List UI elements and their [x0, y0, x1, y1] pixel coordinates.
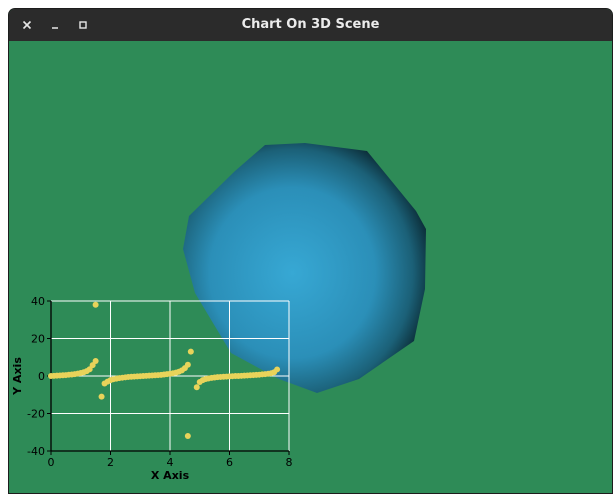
y-tick-label: 40 — [31, 296, 45, 308]
data-point[interactable] — [184, 361, 191, 368]
y-tick-label: 0 — [38, 370, 45, 383]
data-point[interactable] — [184, 433, 191, 439]
data-point[interactable] — [193, 384, 200, 391]
y-axis-label: Y Axis — [11, 357, 24, 396]
window-title: Chart On 3D Scene — [241, 17, 380, 32]
x-tick-label: 2 — [107, 456, 114, 469]
x-axis-label: X Axis — [151, 469, 190, 482]
x-tick-label: 0 — [48, 456, 55, 469]
data-point[interactable] — [92, 358, 99, 364]
y-tick-label: 20 — [31, 333, 45, 346]
data-point[interactable] — [98, 393, 105, 400]
data-point[interactable] — [274, 366, 281, 373]
scatter-chart[interactable]: 0 2 4 6 8 40 20 0 -20 -40 X Axis Y Axis — [9, 296, 309, 493]
x-tick-label: 8 — [286, 456, 293, 469]
x-tick-label: 6 — [226, 456, 233, 469]
title-bar: Chart On 3D Scene — [9, 9, 612, 41]
data-point[interactable] — [92, 301, 99, 308]
x-tick-label: 4 — [167, 456, 174, 469]
data-point[interactable] — [187, 348, 194, 355]
y-tick-label: -20 — [27, 408, 45, 421]
app-window: Chart On 3D Scene 0 2 4 6 8 40 20 0 -20 -40 X Axis… — [9, 9, 612, 493]
3d-scene[interactable]: 0 2 4 6 8 40 20 0 -20 -40 X Axis Y Axis — [9, 41, 612, 493]
y-tick-label: -40 — [27, 445, 45, 458]
